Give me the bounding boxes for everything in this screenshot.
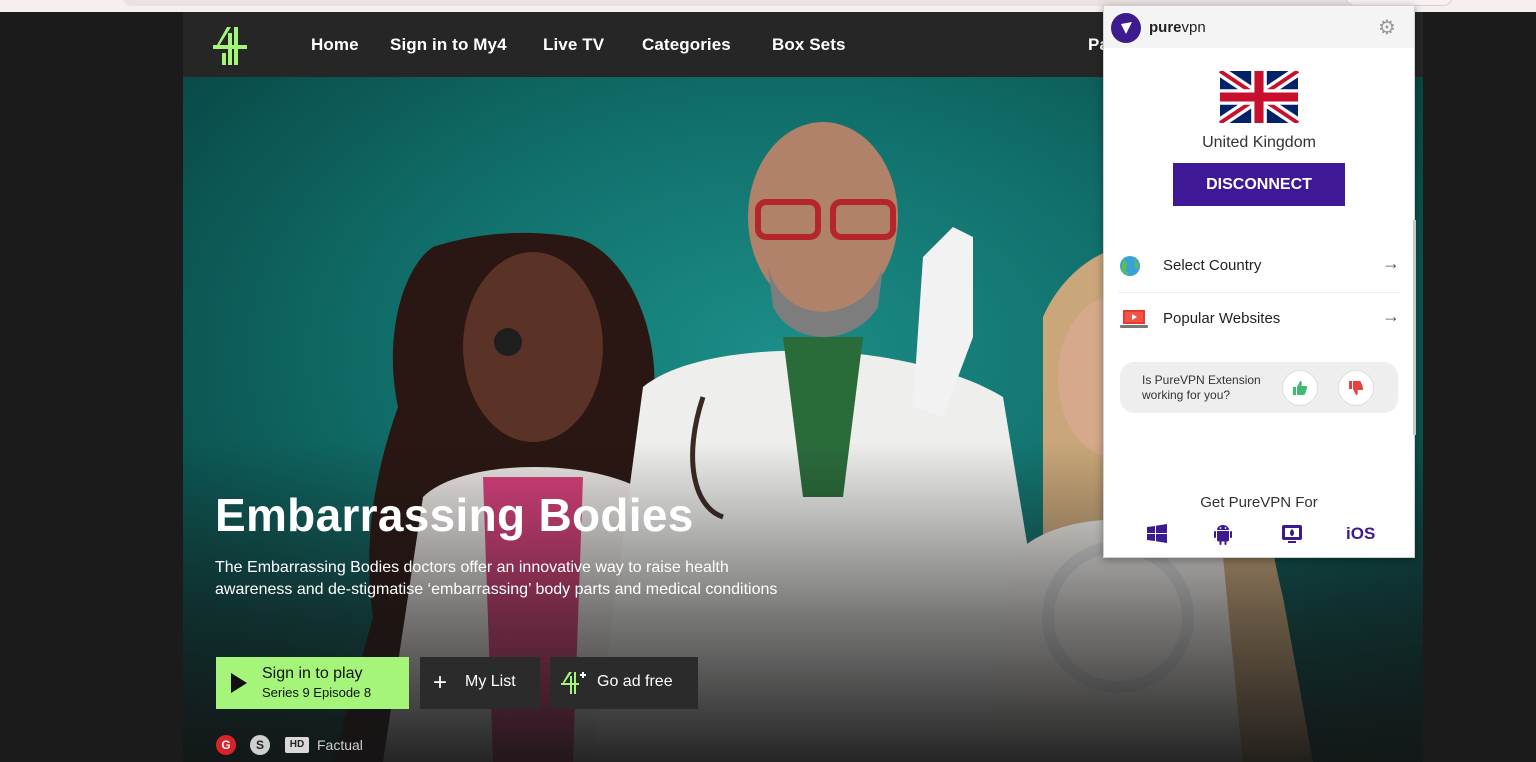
subtitles-badge: S — [250, 735, 270, 755]
thumbs-down-icon[interactable] — [1338, 370, 1374, 406]
nav-categories[interactable]: Categories — [642, 35, 731, 55]
play-button-label: Sign in to play — [262, 665, 363, 682]
plus-icon: + — [433, 669, 448, 696]
play-icon — [231, 673, 247, 693]
show-title: Embarrassing Bodies — [215, 489, 694, 541]
disconnect-button[interactable]: DISCONNECT — [1173, 163, 1345, 206]
feedback-card: Is PureVPN Extension working for you? — [1120, 362, 1398, 413]
purevpn-brand: purevpn — [1149, 19, 1206, 36]
go-ad-free-label: Go ad free — [597, 673, 673, 690]
popular-websites-label: Popular Websites — [1163, 310, 1281, 327]
hd-badge: HD — [285, 737, 309, 753]
windows-icon[interactable] — [1144, 522, 1170, 546]
go-ad-free-button[interactable]: Go ad free — [550, 657, 698, 709]
popular-websites-row[interactable]: Popular Websites → — [1118, 293, 1400, 345]
connected-country: United Kingdom — [1202, 134, 1316, 151]
nav-sign-in-my4[interactable]: Sign in to My4 — [390, 35, 507, 55]
nav-home[interactable]: Home — [311, 35, 359, 55]
purevpn-logo-icon — [1111, 13, 1141, 43]
ios-link[interactable]: iOS — [1346, 524, 1375, 544]
select-country-row[interactable]: Select Country → — [1118, 240, 1400, 292]
sign-in-to-play-button[interactable]: Sign in to play Series 9 Episode 8 — [216, 657, 409, 709]
popup-scrollbar[interactable] — [1413, 220, 1416, 435]
purevpn-header: purevpn ⚙ — [1104, 6, 1414, 48]
genre-label: Factual — [317, 737, 363, 753]
android-icon[interactable] — [1210, 522, 1236, 546]
channel4-plus-icon — [561, 672, 586, 694]
nav-box-sets[interactable]: Box Sets — [772, 35, 846, 55]
arrow-right-icon: → — [1382, 253, 1400, 273]
nav-live-tv[interactable]: Live TV — [543, 35, 604, 55]
guidance-badge: G — [216, 735, 236, 755]
get-purevpn-for-label: Get PureVPN For — [1200, 494, 1318, 511]
arrow-right-icon: → — [1382, 306, 1400, 326]
show-description: The Embarrassing Bodies doctors offer an… — [215, 559, 778, 598]
globe-icon — [1120, 256, 1140, 276]
channel4-logo-icon[interactable] — [213, 25, 249, 65]
mac-icon[interactable] — [1279, 522, 1305, 546]
laptop-video-icon — [1120, 310, 1148, 328]
my-list-button[interactable]: + My List — [420, 657, 540, 709]
feedback-question: Is PureVPN Extension working for you? — [1142, 373, 1261, 402]
purevpn-popup: purevpn ⚙ United Kingdom DISCONNECT Sele… — [1103, 5, 1415, 558]
united-kingdom-flag-icon — [1219, 71, 1299, 123]
thumbs-up-icon[interactable] — [1282, 370, 1318, 406]
episode-label: Series 9 Episode 8 — [262, 685, 372, 700]
my-list-label: My List — [465, 673, 516, 690]
settings-gear-icon[interactable]: ⚙ — [1378, 15, 1396, 40]
select-country-label: Select Country — [1163, 257, 1262, 274]
